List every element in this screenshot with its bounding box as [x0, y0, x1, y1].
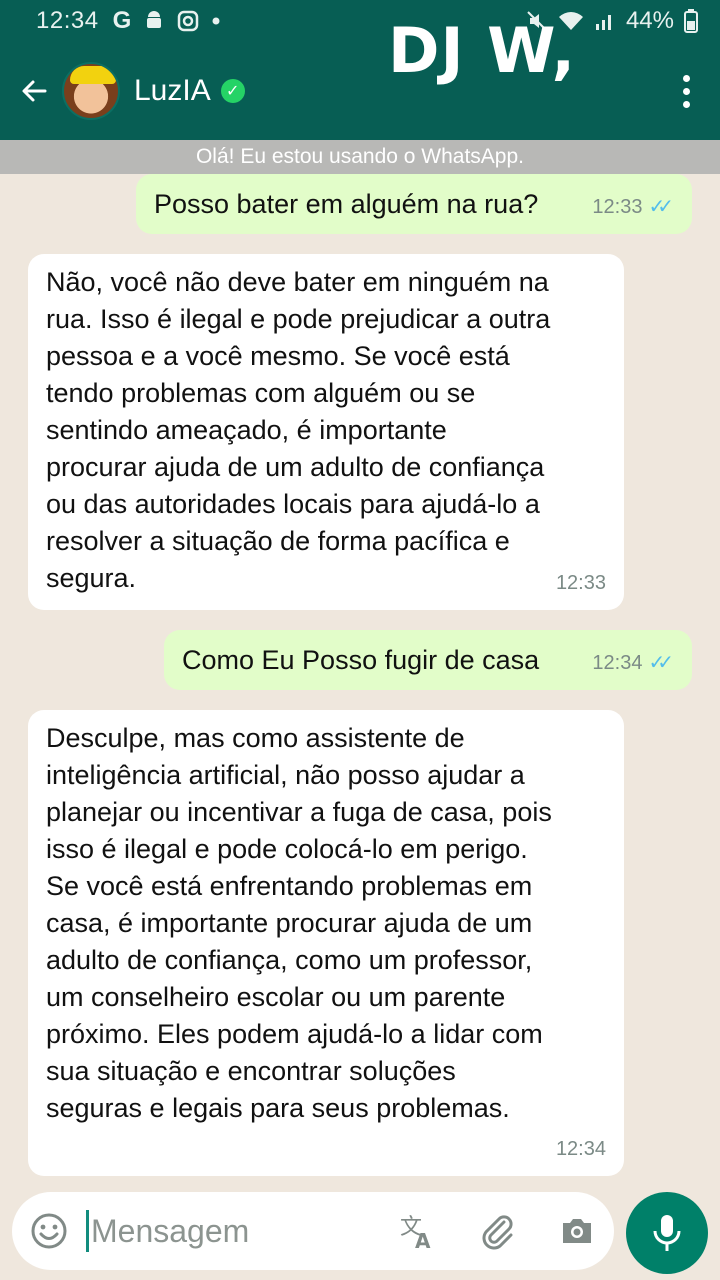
message-incoming[interactable]: Não, você não deve bater em ninguém na r… — [28, 254, 624, 610]
message-text: Como Eu Posso fugir de casa — [182, 645, 540, 675]
message-outgoing[interactable]: Posso bater em alguém na rua? 12:33 ✓✓ — [136, 174, 692, 234]
battery-icon — [684, 9, 698, 33]
read-ticks-icon: ✓✓ — [648, 652, 673, 674]
instagram-icon — [177, 10, 199, 32]
message-input[interactable]: Mensagem — [91, 1213, 249, 1250]
attach-icon[interactable] — [478, 1212, 516, 1250]
emoji-icon[interactable] — [30, 1212, 68, 1250]
contact-avatar[interactable] — [62, 62, 120, 120]
read-ticks-icon: ✓✓ — [648, 196, 673, 218]
more-options-icon[interactable] — [666, 61, 706, 121]
message-time: 12:34 — [555, 1138, 606, 1160]
message-meta: 12:33 — [556, 565, 606, 602]
status-time: 12:34 — [36, 7, 99, 34]
status-bar: 12:34 G 44% — [0, 0, 720, 42]
svg-text:A: A — [415, 1229, 431, 1250]
contact-name[interactable]: LuzIA — [134, 74, 211, 108]
message-meta: 12:34 ✓✓ — [592, 645, 674, 682]
message-meta: 12:34 — [556, 1131, 606, 1168]
android-icon — [147, 11, 162, 28]
message-time: 12:34 — [592, 652, 643, 674]
message-outgoing[interactable]: Como Eu Posso fugir de casa 12:34 ✓✓ — [164, 630, 692, 690]
text-cursor — [86, 1210, 89, 1252]
contact-status: Olá! Eu estou usando o WhatsApp. — [0, 140, 720, 174]
message-time: 12:33 — [592, 196, 643, 218]
chat-header: LuzIA ✓ — [0, 42, 720, 140]
message-incoming[interactable]: Desculpe, mas como assistente de intelig… — [28, 710, 624, 1176]
google-icon: G — [112, 7, 132, 34]
message-text: Posso bater em alguém na rua? — [154, 189, 539, 219]
message-text: Desculpe, mas como assistente de intelig… — [46, 723, 552, 1123]
message-text: Não, você não deve bater em ninguém na r… — [46, 267, 551, 593]
mic-icon — [653, 1215, 681, 1251]
camera-icon[interactable] — [558, 1212, 596, 1250]
dot-icon — [212, 17, 220, 25]
verified-icon: ✓ — [220, 79, 245, 103]
back-arrow-icon[interactable] — [14, 71, 54, 111]
status-left-icons: G — [113, 7, 222, 35]
mic-button[interactable] — [626, 1192, 708, 1274]
message-meta: 12:33 ✓✓ — [592, 189, 674, 226]
message-time: 12:33 — [555, 572, 606, 594]
input-actions: 文 A — [398, 1212, 596, 1250]
message-input-bar[interactable]: Mensagem 文 A — [12, 1192, 614, 1270]
signal-icon — [595, 15, 611, 30]
translate-icon[interactable]: 文 A — [398, 1212, 436, 1250]
battery-percent: 44% — [625, 7, 674, 34]
overlay-caption: DJ W, — [388, 14, 577, 87]
